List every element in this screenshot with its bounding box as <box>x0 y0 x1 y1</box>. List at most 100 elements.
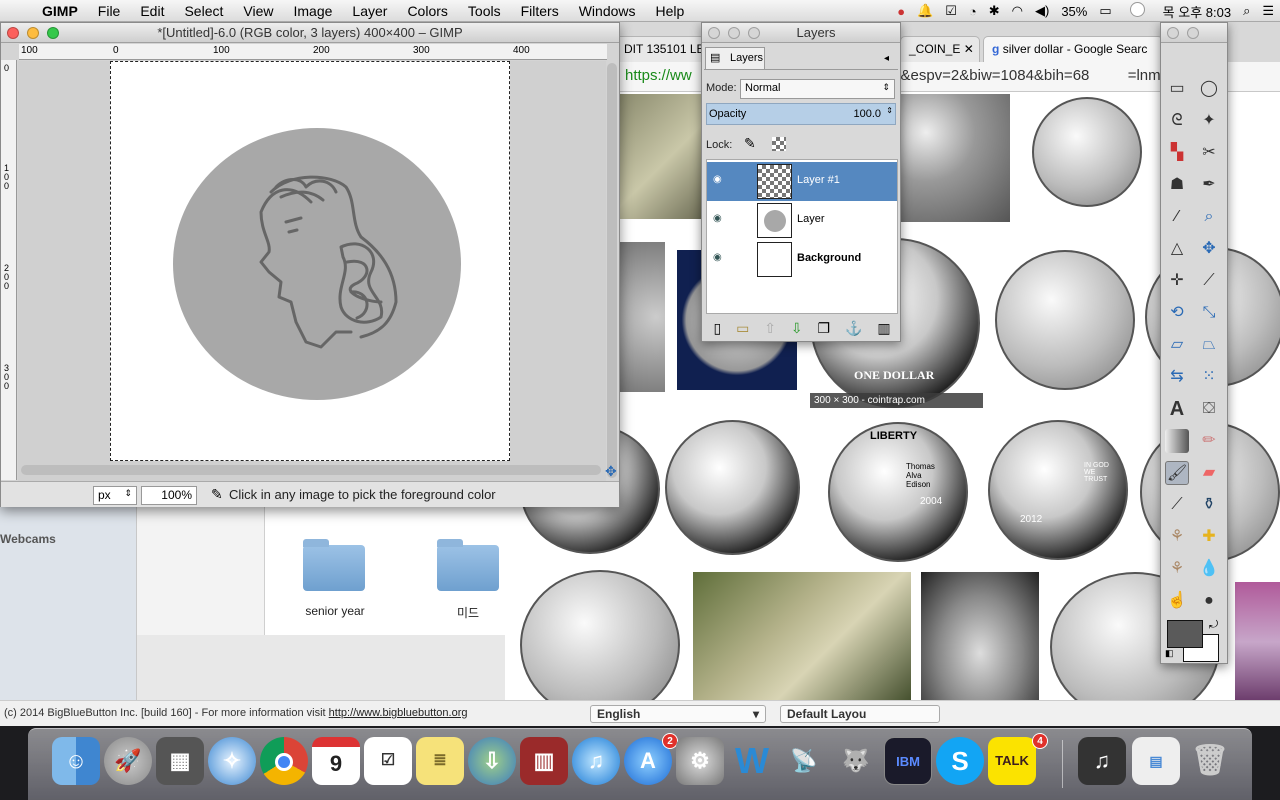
music-folder-icon[interactable]: ♫ <box>1078 737 1126 785</box>
gimp-icon[interactable]: 🐺 <box>832 737 880 785</box>
menu-image[interactable]: Image <box>293 3 332 19</box>
spotlight-icon[interactable]: ⌕ <box>1243 3 1250 19</box>
folder-icon[interactable] <box>303 539 365 591</box>
cage-transform-icon[interactable]: ⁙ <box>1197 365 1221 389</box>
notification-badge-icon[interactable]: ● <box>897 4 905 19</box>
blend-icon[interactable] <box>1165 429 1189 453</box>
title-bar[interactable]: *[Untitled]-6.0 (RGB color, 3 layers) 40… <box>1 23 619 43</box>
menu-file[interactable]: File <box>98 3 121 19</box>
volume-icon[interactable]: ◀) <box>1035 3 1049 19</box>
photo-booth-icon[interactable]: ▦ <box>156 737 204 785</box>
color-picker-icon[interactable]: ⁄ <box>1165 205 1189 229</box>
measure-icon[interactable]: △ <box>1165 237 1189 261</box>
menu-view[interactable]: View <box>243 3 273 19</box>
chrome-icon[interactable] <box>260 737 308 785</box>
foreground-color-swatch[interactable] <box>1167 620 1203 648</box>
opacity-value[interactable]: 100.0 <box>853 108 881 120</box>
airbrush-icon[interactable]: ⟋ <box>1165 493 1189 517</box>
layout-select[interactable]: Default Layou <box>780 705 940 723</box>
zoom-icon[interactable]: ⌕ <box>1197 205 1221 229</box>
canvas-area[interactable] <box>18 61 606 481</box>
title-bar[interactable]: Layers <box>702 23 900 43</box>
bbb-link[interactable]: http://www.bigbluebutton.org <box>329 707 468 719</box>
opacity-slider[interactable]: Opacity 100.0 ⇕ <box>706 103 896 125</box>
safari-icon[interactable]: ✧ <box>208 737 256 785</box>
menu-select[interactable]: Select <box>184 3 223 19</box>
align-icon[interactable]: ✛ <box>1165 269 1189 293</box>
browser-tab-active[interactable]: g silver dollar - Google Searc <box>983 36 1163 62</box>
calendar-icon[interactable]: 9 <box>312 737 360 785</box>
pencil-icon[interactable]: ✏ <box>1197 429 1221 453</box>
ellipse-select-icon[interactable]: ◯ <box>1197 77 1221 101</box>
skype-icon[interactable]: S <box>936 737 984 785</box>
bucket-fill-icon[interactable]: ⛋ <box>1197 397 1221 421</box>
stickies-icon[interactable]: ≣ <box>416 737 464 785</box>
raise-layer-icon[interactable]: ⇧ <box>764 320 776 337</box>
finder-icon[interactable]: ☺ <box>52 737 100 785</box>
layer-name[interactable]: Layer <box>797 213 825 225</box>
menu-layer[interactable]: Layer <box>352 3 387 19</box>
shear-icon[interactable]: ▱ <box>1165 333 1189 357</box>
layer-name[interactable]: Layer #1 <box>797 174 840 186</box>
ink-icon[interactable]: ⚱ <box>1197 493 1221 517</box>
vertical-scrollbar[interactable] <box>607 63 617 478</box>
dodge-burn-icon[interactable]: ● <box>1197 589 1221 613</box>
browser-tab[interactable]: DIT 135101 LE <box>615 36 705 62</box>
notification-center-icon[interactable]: ☰ <box>1262 3 1274 19</box>
bluetooth-icon[interactable]: ✱ <box>989 3 1000 19</box>
minimize-window-button[interactable] <box>1187 27 1199 39</box>
trash-icon[interactable]: 🗑 <box>1186 737 1234 785</box>
downloads-stack-icon[interactable]: ▤ <box>1132 737 1180 785</box>
close-window-button[interactable] <box>708 27 720 39</box>
new-group-icon[interactable]: ▭ <box>736 320 749 337</box>
zoom-window-button[interactable] <box>47 27 59 39</box>
perspective-icon[interactable]: ⏢ <box>1197 333 1221 357</box>
launchpad-icon[interactable]: 🚀 <box>104 737 152 785</box>
sidebar-item-webcams[interactable]: Webcams <box>0 532 56 546</box>
blur-icon[interactable]: 💧 <box>1197 557 1221 581</box>
battery-percent[interactable]: 35% <box>1061 4 1087 19</box>
lock-pixels-icon[interactable]: ✎ <box>744 135 756 152</box>
new-layer-icon[interactable]: ▯ <box>713 320 721 337</box>
result-image-coin-pile[interactable] <box>890 94 1010 222</box>
swap-colors-icon[interactable]: ⤾ <box>1209 619 1218 632</box>
system-preferences-icon[interactable]: ⚙ <box>676 737 724 785</box>
menu-windows[interactable]: Windows <box>579 3 636 19</box>
delete-layer-icon[interactable]: ▥ <box>877 320 890 337</box>
folder-icon[interactable] <box>437 539 499 591</box>
close-window-button[interactable] <box>7 27 19 39</box>
ibm-app-icon[interactable]: IBM <box>884 737 932 785</box>
scale-icon[interactable]: ⤡ <box>1197 301 1221 325</box>
result-image-colorful[interactable] <box>1235 582 1280 702</box>
fuzzy-select-icon[interactable]: ✦ <box>1197 109 1221 133</box>
navigate-icon[interactable]: ✥ <box>605 463 617 480</box>
paintbrush-icon[interactable]: 🖌 <box>1165 461 1189 485</box>
paths-icon[interactable]: ✒ <box>1197 173 1221 197</box>
eye-icon[interactable]: ◉ <box>713 252 723 263</box>
mode-select[interactable]: Normal ⇕ <box>740 79 895 99</box>
folder-label[interactable]: senior year <box>285 604 385 618</box>
move-icon[interactable]: ✥ <box>1197 237 1221 261</box>
result-image-soldier-dollar[interactable]: IN GOD WE TRUST 2012 <box>988 420 1128 560</box>
horizontal-scrollbar[interactable] <box>21 465 601 475</box>
zoom-select[interactable]: 100% <box>141 486 197 505</box>
lock-alpha-icon[interactable] <box>772 137 786 151</box>
perspective-clone-icon[interactable]: ⚘ <box>1165 557 1189 581</box>
unit-select[interactable]: px ⇕ <box>93 486 137 505</box>
result-image-coin-partial[interactable] <box>620 242 665 392</box>
rect-select-icon[interactable]: ▭ <box>1165 77 1189 101</box>
smudge-icon[interactable]: ☝ <box>1165 589 1189 613</box>
folder-label[interactable]: 미드 <box>418 604 518 621</box>
foreground-select-icon[interactable]: ☗ <box>1165 173 1189 197</box>
eye-icon[interactable]: ◉ <box>713 213 723 224</box>
itunes-icon[interactable]: ♫ <box>572 737 620 785</box>
close-tab-icon[interactable]: ✕ <box>964 42 974 56</box>
horizontal-ruler[interactable]: 100 0 100 200 300 400 <box>19 44 607 60</box>
menu-colors[interactable]: Colors <box>407 3 447 19</box>
anchor-layer-icon[interactable]: ⚓ <box>845 320 862 337</box>
remote-desktop-icon[interactable]: 📡 <box>780 737 828 785</box>
result-image-morgan-dollar[interactable] <box>1032 97 1142 207</box>
browser-tab[interactable]: _COIN_E ✕ <box>900 36 980 62</box>
rotate-icon[interactable]: ⟲ <box>1165 301 1189 325</box>
download-icon[interactable]: ⇩ <box>468 737 516 785</box>
